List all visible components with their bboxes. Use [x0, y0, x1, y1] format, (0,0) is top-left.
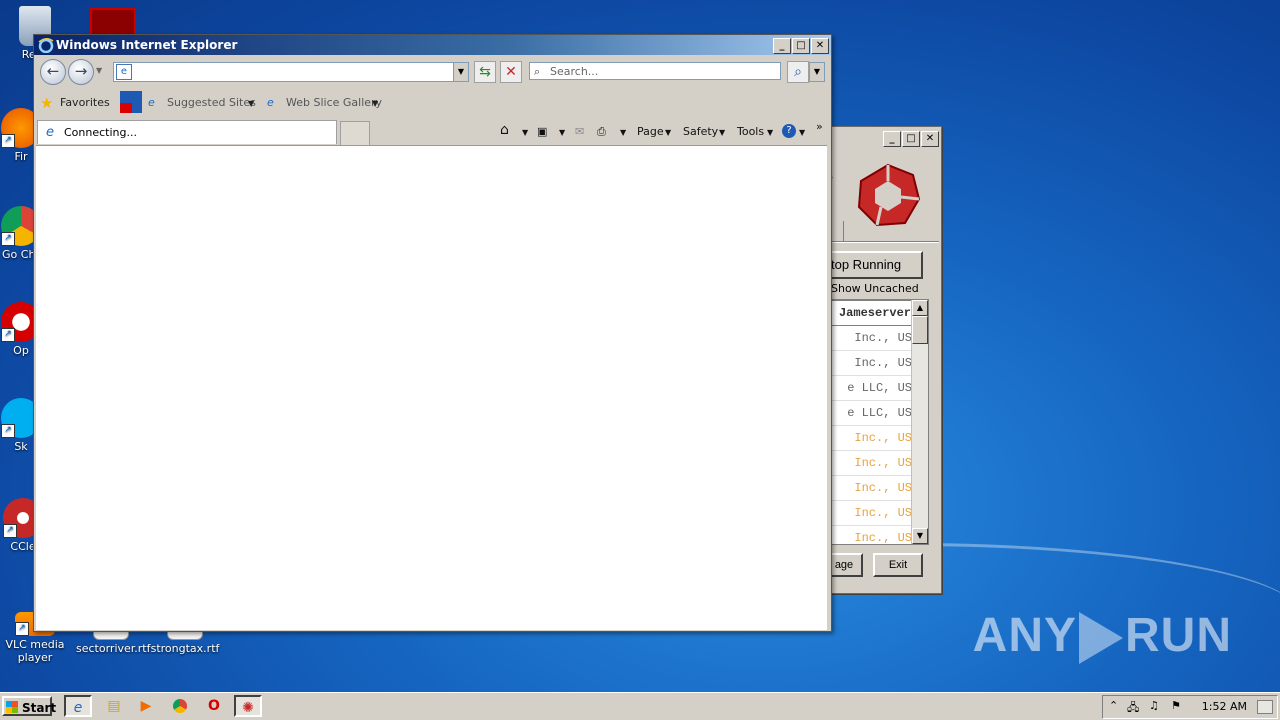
show-uncached-label[interactable]: Show Uncached — [831, 282, 919, 295]
anyrun-watermark: ANY RUN — [973, 608, 1232, 665]
chevron-down-icon[interactable]: ▼ — [799, 128, 805, 137]
search-icon: ⌕ — [534, 65, 541, 78]
chevron-down-icon[interactable]: ▼ — [372, 99, 378, 108]
clock[interactable]: 1:52 AM — [1202, 700, 1247, 713]
favorites-bar: ★ Favorites e Suggested Sites ▼ e Web Sl… — [34, 91, 831, 115]
taskbar-ie-button[interactable]: e — [64, 695, 92, 717]
favorites-star-icon: ★ — [40, 94, 54, 112]
nameserver-list[interactable]: Jameserver Inc., US Inc., US e LLC, US e LL… — [829, 299, 929, 545]
minimize-button[interactable]: _ — [883, 131, 901, 147]
desktop-icon-label: CCle — [10, 540, 36, 553]
suggested-sites-link[interactable]: Suggested Sites — [167, 96, 256, 109]
tab-connecting[interactable]: e Connecting... — [37, 120, 337, 144]
scroll-up-icon[interactable]: ▲ — [912, 300, 928, 316]
search-input[interactable]: ⌕ Search... — [529, 62, 781, 80]
maximize-button[interactable]: □ — [902, 131, 920, 147]
shortcut-arrow-icon: ↗ — [1, 328, 15, 342]
window-title: Windows Internet Explorer — [56, 38, 238, 52]
windows-logo-icon — [6, 701, 18, 713]
start-button[interactable]: Start — [2, 696, 56, 716]
add-favorite-icon[interactable] — [120, 91, 142, 113]
app-divider — [829, 241, 939, 243]
page-icon: e — [116, 64, 132, 80]
print-icon[interactable]: ⎙ — [597, 125, 606, 139]
play-icon — [1079, 612, 1123, 665]
ie-window[interactable]: Windows Internet Explorer _ □ ✕ ← → ▼ e … — [33, 34, 832, 632]
desktop-icon-label: VLC media player — [5, 638, 65, 664]
web-slice-gallery-link[interactable]: Web Slice Gallery — [286, 96, 382, 109]
desktop-icon-label: Sk — [14, 440, 28, 453]
scroll-down-icon[interactable]: ▼ — [912, 528, 928, 544]
tab-bar: e Connecting... ⌂ ▼ ▣ ▼ ✉ ⎙ ▼ Page ▼ Saf… — [34, 119, 831, 147]
history-dropdown-icon[interactable]: ▼ — [96, 66, 102, 75]
chevron-down-icon[interactable]: ▼ — [559, 128, 565, 137]
chrome-icon — [173, 699, 187, 713]
home-icon[interactable]: ⌂ — [500, 122, 509, 138]
search-options-icon[interactable]: ▼ — [809, 62, 825, 82]
new-tab-button[interactable] — [340, 121, 370, 147]
address-dropdown-icon[interactable]: ▼ — [453, 62, 469, 82]
list-scrollbar[interactable]: ▲ ▼ — [911, 300, 928, 544]
chevron-down-icon[interactable]: ▼ — [620, 128, 626, 137]
back-button[interactable]: ← — [40, 59, 66, 85]
ie-logo-icon — [38, 38, 54, 53]
chevron-down-icon[interactable]: ▼ — [719, 128, 725, 137]
maximize-button[interactable]: □ — [792, 38, 810, 54]
shortcut-arrow-icon: ↗ — [1, 134, 15, 148]
favorites-button[interactable]: Favorites — [60, 96, 110, 109]
close-button[interactable]: ✕ — [921, 131, 939, 147]
close-button[interactable]: ✕ — [811, 38, 829, 54]
navigation-bar: ← → ▼ e ▼ ⇆ ✕ ⌕ Search... ⌕ ▼ — [34, 57, 831, 85]
chevron-down-icon[interactable]: ▼ — [665, 128, 671, 137]
ie-logo-icon: e — [46, 125, 54, 140]
app-logo-icon — [857, 163, 921, 227]
safety-menu[interactable]: Safety — [683, 125, 718, 138]
exit-button[interactable]: Exit — [873, 553, 923, 577]
taskbar: Start e ▤ ▶ O ✺ ⌃ 🖧 ♫ ⚑ 1:52 AM — [0, 692, 1280, 720]
volume-icon[interactable]: ♫ — [1149, 699, 1159, 712]
forward-button[interactable]: → — [68, 59, 94, 85]
search-button[interactable]: ⌕ — [787, 61, 809, 83]
scroll-thumb[interactable] — [912, 316, 928, 344]
desktop-icon-label: strongtax.rtf — [150, 642, 220, 655]
stop-button[interactable]: ✕ — [500, 61, 522, 83]
flag-icon[interactable]: ⚑ — [1171, 699, 1181, 712]
stop-running-button[interactable]: top Running — [825, 251, 923, 279]
desktop-icon-label: Fir — [14, 150, 28, 163]
taskbar-media-player-button[interactable]: ▶ — [132, 695, 160, 717]
ie-titlebar[interactable]: Windows Internet Explorer _ □ ✕ — [34, 35, 831, 55]
system-tray: ⌃ 🖧 ♫ ⚑ 1:52 AM — [1102, 695, 1278, 719]
shortcut-arrow-icon: ↗ — [3, 524, 17, 538]
shortcut-arrow-icon: ↗ — [1, 424, 15, 438]
taskbar-app-button[interactable]: ✺ — [234, 695, 262, 717]
taskbar-chrome-button[interactable] — [166, 695, 194, 717]
chevron-down-icon[interactable]: ▼ — [522, 128, 528, 137]
page-menu[interactable]: Page — [637, 125, 664, 138]
ie-page-icon: e — [148, 96, 155, 109]
ie-page-icon: e — [267, 96, 274, 109]
network-icon[interactable]: 🖧 — [1127, 699, 1139, 718]
tools-menu[interactable]: Tools — [737, 125, 764, 138]
refresh-button[interactable]: ⇆ — [474, 61, 496, 83]
shortcut-arrow-icon: ↗ — [1, 232, 15, 246]
minimize-button[interactable]: _ — [773, 38, 791, 54]
mail-icon[interactable]: ✉ — [575, 125, 584, 138]
show-desktop-button[interactable] — [1257, 700, 1273, 714]
desktop-icon-label: sectorriver.rtf — [76, 642, 151, 655]
address-bar[interactable]: e — [113, 62, 469, 82]
toolbar-overflow-icon[interactable]: » — [816, 120, 823, 133]
help-icon[interactable]: ? — [782, 124, 796, 138]
taskbar-explorer-button[interactable]: ▤ — [100, 695, 128, 717]
page-content[interactable] — [36, 145, 827, 630]
tray-expand-icon[interactable]: ⌃ — [1109, 699, 1118, 712]
shortcut-arrow-icon: ↗ — [15, 622, 29, 636]
chevron-down-icon[interactable]: ▼ — [248, 99, 254, 108]
desktop-icon-label: Op — [13, 344, 29, 357]
chevron-down-icon[interactable]: ▼ — [767, 128, 773, 137]
feeds-icon[interactable]: ▣ — [537, 125, 547, 138]
taskbar-opera-button[interactable]: O — [200, 695, 228, 717]
